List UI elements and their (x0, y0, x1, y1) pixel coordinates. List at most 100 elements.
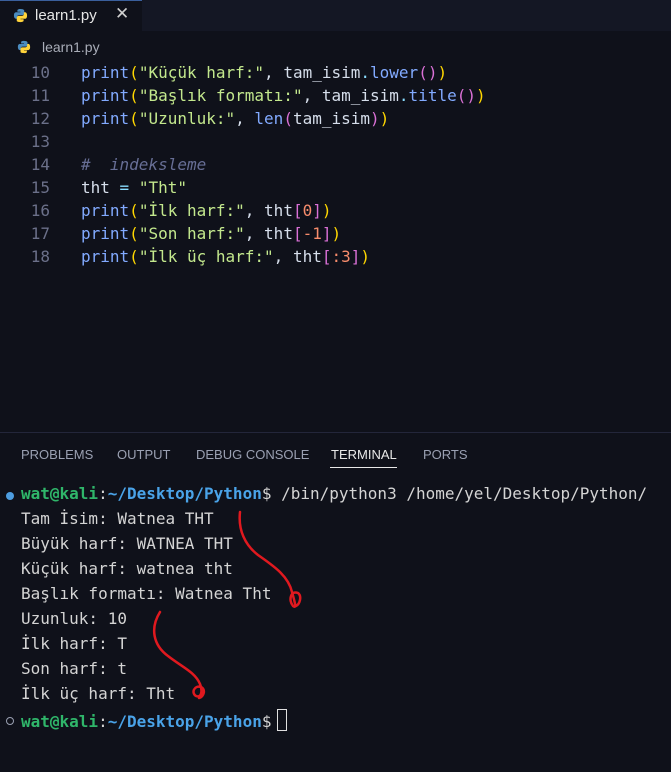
code-token: ( (129, 224, 139, 243)
tab-ports[interactable]: PORTS (423, 447, 468, 462)
code-text: # indeksleme (81, 155, 206, 174)
breadcrumb: learn1.py (0, 37, 671, 59)
terminal-prompt-line[interactable]: wat@kali:~/Desktop/Python$ (21, 709, 288, 734)
code-text: print("İlk harf:", tht[0]) (81, 201, 332, 220)
code-token: ] (350, 247, 361, 266)
breadcrumb-file[interactable]: learn1.py (42, 39, 100, 55)
code-token: # indeksleme (81, 155, 207, 174)
code-text: tht = "Tht" (81, 178, 187, 197)
code-line[interactable]: 12 print("Uzunluk:", len(tam_isim)) (0, 109, 671, 132)
line-number: 14 (30, 155, 50, 174)
code-token: len (254, 109, 284, 128)
code-token: "Son harf:" (138, 224, 245, 243)
prompt-path: ~/Desktop/Python (107, 484, 262, 503)
code-token: tam_isim (283, 63, 361, 82)
prompt-separator: : (98, 484, 108, 503)
code-token: lower (370, 63, 419, 82)
code-token: ( (283, 109, 293, 128)
code-token: ( (129, 109, 139, 128)
line-number: 13 (30, 132, 50, 151)
terminal-output-line: Küçük harf: watnea tht (21, 559, 233, 578)
prompt-path: ~/Desktop/Python (107, 712, 262, 731)
prompt-separator: : (98, 712, 108, 731)
code-token: , (244, 201, 265, 220)
code-token: print (81, 86, 130, 105)
code-token: ) (475, 86, 486, 105)
code-token: ) (379, 109, 390, 128)
line-number: 12 (30, 109, 50, 128)
tab-terminal[interactable]: TERMINAL (331, 447, 397, 462)
close-icon[interactable]: ✕ (115, 4, 129, 24)
code-token: , (302, 86, 322, 105)
code-token: ) (321, 201, 332, 220)
code-text: print("Son harf:", tht[-1]) (81, 224, 341, 243)
line-number: 16 (30, 201, 50, 220)
code-token: [ (292, 224, 303, 243)
command-status-dot[interactable] (6, 492, 14, 500)
code-editor[interactable]: 10 print("Küçük harf:", tam_isim.lower())… (0, 62, 671, 272)
code-line[interactable]: 18 print("İlk üç harf:", tht[:3]) (0, 247, 671, 270)
python-file-icon (17, 40, 31, 54)
code-token: "Başlık formatı:" (138, 86, 303, 105)
terminal-output-line: Uzunluk: 10 (21, 609, 127, 628)
code-line[interactable]: 15 tht = "Tht" (0, 178, 671, 201)
code-token: tht (81, 178, 110, 197)
code-token: print (81, 247, 130, 266)
tab-problems[interactable]: PROBLEMS (21, 447, 93, 462)
code-token: = (109, 178, 139, 197)
code-token: () (418, 63, 438, 82)
terminal-output-line: Büyük harf: WATNEA THT (21, 534, 233, 553)
code-token: tam_isim (292, 109, 371, 128)
code-line[interactable]: 11 print("Başlık formatı:", tam_isim.titl… (0, 86, 671, 109)
code-token: ) (331, 224, 342, 243)
editor-tab-bar: learn1.py ✕ (0, 0, 671, 31)
line-number: 18 (30, 247, 50, 266)
tab-label: learn1.py (35, 7, 97, 24)
code-line[interactable]: 14 # indeksleme (0, 155, 671, 178)
code-token: print (81, 63, 130, 82)
code-token: , (244, 224, 265, 243)
code-token: tht (264, 201, 293, 220)
code-line[interactable]: 10 print("Küçük harf:", tam_isim.lower()) (0, 63, 671, 86)
code-token: "İlk üç harf:" (138, 247, 274, 266)
line-number: 17 (30, 224, 50, 243)
code-line[interactable]: 17 print("Son harf:", tht[-1]) (0, 224, 671, 247)
tab-debug-console[interactable]: DEBUG CONSOLE (196, 447, 309, 462)
python-file-icon (13, 8, 28, 23)
command-status-dot[interactable] (6, 717, 14, 725)
code-token: 0 (302, 201, 313, 220)
active-tab-indicator (330, 467, 397, 468)
code-token: "İlk harf:" (138, 201, 245, 220)
line-number: 15 (30, 178, 50, 197)
code-text: print("Uzunluk:", len(tam_isim)) (81, 109, 389, 128)
terminal-output-line: Son harf: t (21, 659, 127, 678)
code-token: ( (129, 247, 139, 266)
code-token: . (398, 86, 409, 105)
tab-learn1-py[interactable]: learn1.py ✕ (0, 0, 142, 31)
code-token: "Küçük harf:" (138, 63, 265, 82)
prompt-user: wat@kali (21, 712, 99, 731)
code-token: ) (360, 247, 371, 266)
terminal-command: /bin/python3 /home/yel/Desktop/Python/ (271, 484, 648, 503)
code-text: print("İlk üç harf:", tht[:3]) (81, 247, 370, 266)
code-token: ] (321, 224, 332, 243)
code-token: print (81, 201, 130, 220)
line-number: 10 (30, 63, 50, 82)
code-token: title (408, 86, 457, 105)
code-token: , (273, 247, 293, 266)
code-token: () (456, 86, 476, 105)
code-line[interactable]: 13 (0, 132, 671, 155)
code-text: print("Başlık formatı:", tam_isim.title(… (81, 86, 486, 105)
terminal-prompt-line: wat@kali:~/Desktop/Python$ /bin/python3 … (21, 484, 647, 509)
code-line[interactable]: 16 print("İlk harf:", tht[0]) (0, 201, 671, 224)
tab-output[interactable]: OUTPUT (117, 447, 170, 462)
terminal-output-line: İlk üç harf: Tht (21, 684, 176, 703)
code-token: print (81, 224, 130, 243)
code-token: ) (370, 109, 380, 128)
prompt-user: wat@kali (21, 484, 99, 503)
code-token: "Uzunluk:" (138, 109, 236, 128)
code-token: tht (264, 224, 293, 243)
code-token: tam_isim (321, 86, 399, 105)
terminal[interactable]: wat@kali:~/Desktop/Python$ /bin/python3 … (0, 484, 671, 772)
prompt-symbol: $ (261, 712, 272, 731)
